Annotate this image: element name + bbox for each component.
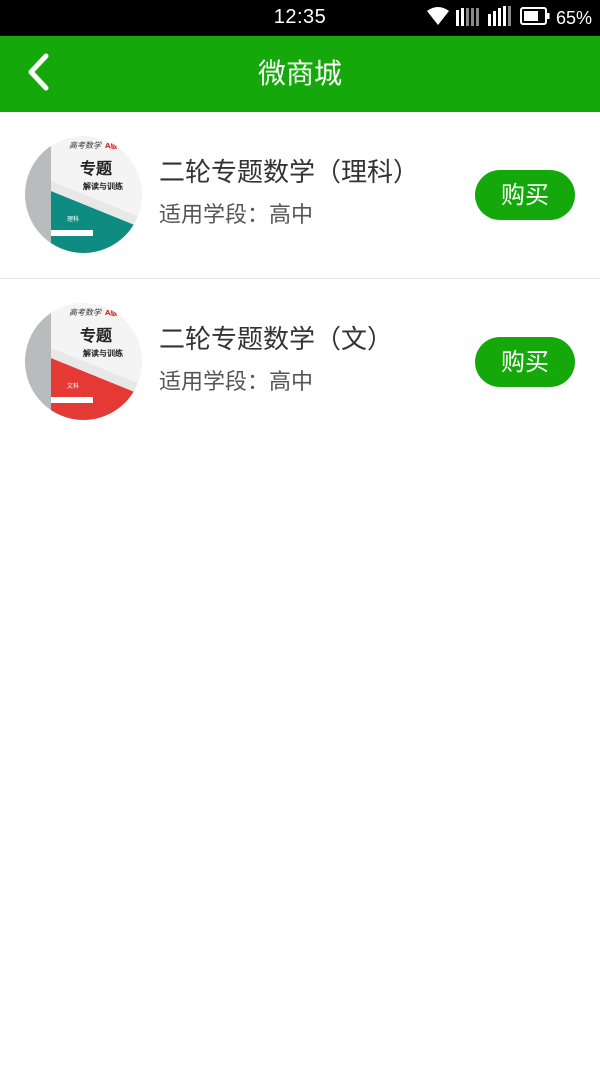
product-grade: 适用学段：高中 [159, 203, 314, 228]
cover-series-tag: A版 [105, 308, 117, 317]
cover-series-tag: A版 [105, 141, 117, 150]
status-icons: 65% [426, 6, 592, 30]
signal-icon [487, 6, 514, 30]
signal-icon [455, 6, 482, 30]
list-item[interactable]: 高考数学 A版 专题 解读与训练 理科 二轮专题数学（理科） 适用学段：高中 购… [0, 112, 600, 278]
page-title: 微商城 [257, 57, 342, 90]
cover-subtitle: 解读与训练 [83, 348, 123, 358]
cover-main-title: 专题 [80, 159, 113, 178]
buy-button[interactable]: 购买 [475, 337, 575, 387]
cover-subtitle: 解读与训练 [83, 181, 123, 191]
cover-series-text: 高考数学 [69, 308, 102, 317]
buy-button[interactable]: 购买 [475, 170, 575, 220]
app-header: 微商城 [0, 36, 600, 112]
wifi-icon [426, 6, 450, 30]
product-cover-image: 高考数学 A版 专题 解读与训练 文科 [25, 303, 142, 420]
product-cover-image: 高考数学 A版 专题 解读与训练 理科 [25, 136, 142, 253]
list-item[interactable]: 高考数学 A版 专题 解读与训练 文科 二轮专题数学（文） 适用学段：高中 购买 [0, 279, 600, 445]
product-title: 二轮专题数学（文） [159, 325, 394, 355]
cover-subject: 文科 [67, 382, 79, 390]
cover-main-title: 专题 [80, 326, 113, 345]
cover-series-text: 高考数学 [69, 141, 102, 150]
battery-percent: 65% [555, 7, 592, 28]
battery-icon [519, 6, 550, 30]
product-title: 二轮专题数学（理科） [159, 158, 420, 188]
cover-subject: 理科 [67, 215, 79, 223]
status-bar: 12:35 65% [0, 0, 600, 36]
product-list: 高考数学 A版 专题 解读与训练 理科 二轮专题数学（理科） 适用学段：高中 购… [0, 112, 600, 445]
product-grade: 适用学段：高中 [159, 370, 314, 395]
